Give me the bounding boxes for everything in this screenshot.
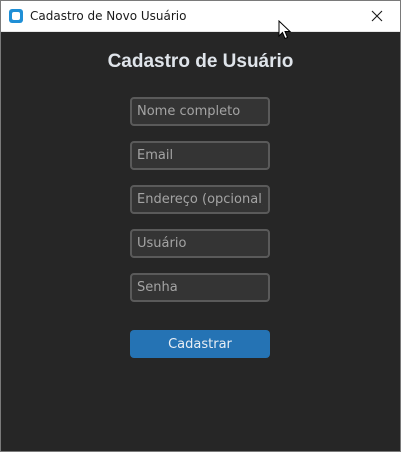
close-icon — [371, 10, 383, 22]
title-bar[interactable]: Cadastro de Novo Usuário — [1, 1, 400, 32]
address-input[interactable] — [132, 187, 268, 212]
app-icon — [9, 9, 23, 23]
window-title: Cadastro de Novo Usuário — [30, 9, 187, 23]
form-heading: Cadastro de Usuário — [107, 51, 294, 72]
fullname-input[interactable] — [132, 99, 268, 124]
password-input[interactable] — [132, 275, 268, 300]
email-field[interactable] — [130, 141, 270, 170]
address-field[interactable] — [130, 185, 270, 214]
fullname-field[interactable] — [130, 97, 270, 126]
form-area: Cadastro de Usuário Cadastrar — [1, 32, 400, 451]
app-window: Cadastro de Novo Usuário Cadastro de Usu… — [0, 0, 401, 452]
username-field[interactable] — [130, 229, 270, 258]
mouse-cursor-icon — [278, 20, 292, 40]
password-field[interactable] — [130, 273, 270, 302]
close-button[interactable] — [354, 1, 400, 31]
username-input[interactable] — [132, 231, 268, 256]
register-button[interactable]: Cadastrar — [130, 330, 270, 358]
email-input[interactable] — [132, 143, 268, 168]
